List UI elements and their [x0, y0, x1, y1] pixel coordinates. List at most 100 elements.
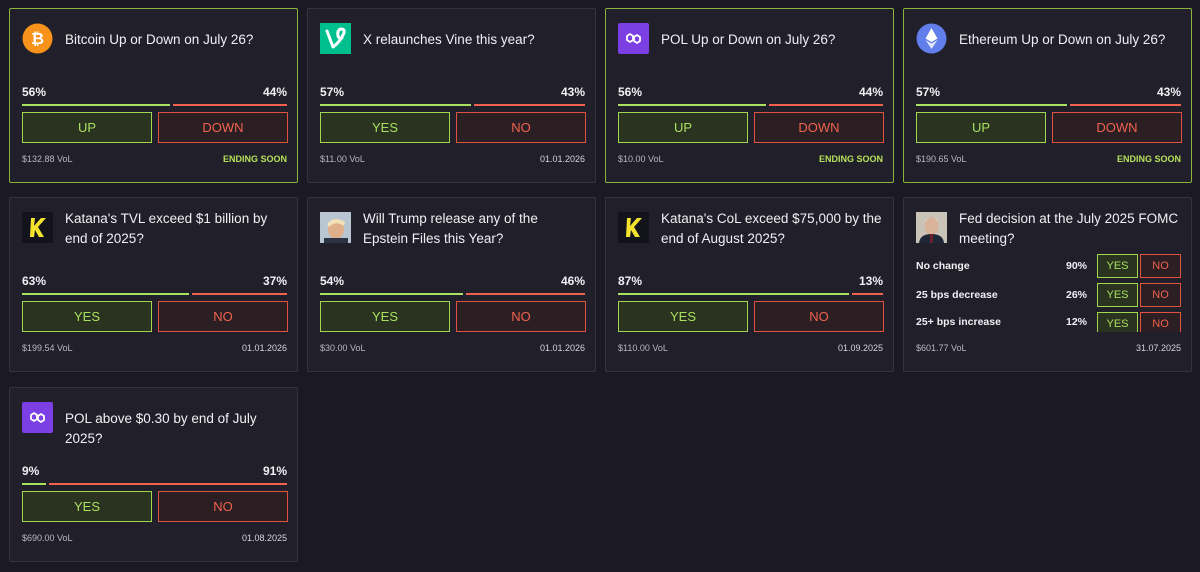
odds-row: 87% 13%	[618, 274, 883, 288]
outcome-label: 25+ bps increase	[916, 316, 1001, 328]
up-button[interactable]: UP	[22, 112, 152, 143]
odds-bar	[916, 104, 1181, 106]
odds-bar	[618, 104, 883, 106]
outcome-no-button[interactable]: NO	[1140, 283, 1181, 307]
odds-bar-no	[466, 293, 585, 295]
volume-label: $132.88 VoL	[22, 154, 73, 164]
card-footer: $110.00 VoL 01.09.2025	[618, 343, 883, 353]
odds-bar-yes	[320, 104, 472, 106]
market-title: Katana's TVL exceed $1 billion by end of…	[65, 211, 268, 246]
market-card-bitcoin[interactable]: ₿ Bitcoin Up or Down on July 26? 56% 44%…	[9, 8, 298, 183]
odds-row: 56% 44%	[618, 85, 883, 99]
no-percent: 13%	[858, 274, 883, 288]
down-button[interactable]: DOWN	[158, 112, 288, 143]
odds-bar-yes	[22, 293, 189, 295]
no-button[interactable]: NO	[754, 301, 884, 332]
polygon-icon	[618, 23, 649, 54]
yes-button[interactable]: YES	[22, 491, 152, 522]
ending-soon-badge: ENDING SOON	[1116, 154, 1181, 164]
outcome-yes-button[interactable]: YES	[1097, 254, 1138, 278]
outcome-percent: 90%	[1065, 260, 1087, 272]
odds-bar-no	[173, 104, 287, 106]
no-button[interactable]: NO	[456, 112, 586, 143]
no-button[interactable]: NO	[158, 301, 288, 332]
market-card-pol-updown[interactable]: POL Up or Down on July 26? 56% 44% UP DO…	[605, 8, 894, 183]
odds-bar	[22, 104, 287, 106]
odds-row: 56% 44%	[22, 85, 287, 99]
no-button[interactable]: NO	[456, 301, 586, 332]
polygon-icon	[22, 402, 53, 433]
odds-bar-yes	[618, 293, 849, 295]
yes-percent: 57%	[320, 85, 345, 99]
market-title: Fed decision at the July 2025 FOMC meeti…	[959, 211, 1179, 246]
end-date: 01.01.2026	[539, 154, 585, 164]
odds-bar-yes	[22, 104, 171, 106]
outcome-yes-button[interactable]: YES	[1097, 283, 1138, 307]
card-footer: $132.88 VoL ENDING SOON	[22, 154, 287, 164]
market-card-pol-above[interactable]: POL above $0.30 by end of July 2025? 9% …	[9, 387, 298, 562]
no-percent: 43%	[560, 85, 585, 99]
odds-bar-no	[191, 293, 287, 295]
outcome-row: 25+ bps increase 12% YES NO	[916, 312, 1181, 332]
volume-label: $11.00 VoL	[320, 154, 365, 164]
yes-button[interactable]: YES	[320, 301, 450, 332]
market-card-vine[interactable]: X relaunches Vine this year? 57% 43% YES…	[307, 8, 596, 183]
katana-icon	[618, 212, 649, 243]
outcome-row: 25 bps decrease 26% YES NO	[916, 283, 1181, 307]
yes-button[interactable]: YES	[320, 112, 450, 143]
market-card-ethereum[interactable]: Ethereum Up or Down on July 26? 57% 43% …	[903, 8, 1192, 183]
card-footer: $601.77 VoL 31.07.2025	[916, 343, 1181, 353]
yes-percent: 56%	[618, 85, 643, 99]
end-date: 01.09.2025	[837, 343, 883, 353]
yes-percent: 87%	[618, 274, 643, 288]
odds-row: 57% 43%	[320, 85, 585, 99]
no-button[interactable]: NO	[158, 491, 288, 522]
outcome-no-button[interactable]: NO	[1140, 312, 1181, 332]
market-title: Ethereum Up or Down on July 26?	[959, 32, 1166, 47]
ending-soon-badge: ENDING SOON	[818, 154, 883, 164]
no-percent: 37%	[262, 274, 287, 288]
market-card-fed-decision[interactable]: Fed decision at the July 2025 FOMC meeti…	[903, 197, 1192, 372]
down-button[interactable]: DOWN	[754, 112, 884, 143]
odds-bar-no	[474, 104, 585, 106]
odds-bar	[22, 483, 287, 485]
volume-label: $30.00 VoL	[320, 343, 366, 353]
odds-row: 63% 37%	[22, 274, 287, 288]
up-button[interactable]: UP	[916, 112, 1046, 143]
market-card-katana-col[interactable]: Katana's CoL exceed $75,000 by the end o…	[605, 197, 894, 372]
market-card-epstein-files[interactable]: Will Trump release any of the Epstein Fi…	[307, 197, 596, 372]
odds-bar	[320, 104, 585, 106]
market-title: X relaunches Vine this year?	[363, 32, 535, 47]
card-footer: $199.54 VoL 01.01.2026	[22, 343, 287, 353]
no-percent: 44%	[858, 85, 883, 99]
yes-button[interactable]: YES	[22, 301, 152, 332]
odds-row: 57% 43%	[916, 85, 1181, 99]
yes-percent: 54%	[320, 274, 345, 288]
end-date: 31.07.2025	[1135, 343, 1181, 353]
yes-button[interactable]: YES	[618, 301, 748, 332]
katana-icon	[22, 212, 53, 243]
card-footer: $30.00 VoL 01.01.2026	[320, 343, 585, 353]
outcome-no-button[interactable]: NO	[1140, 254, 1181, 278]
market-title: POL above $0.30 by end of July 2025?	[65, 411, 257, 446]
volume-label: $199.54 VoL	[22, 343, 73, 353]
card-footer: $190.65 VoL ENDING SOON	[916, 154, 1181, 164]
market-title: Katana's CoL exceed $75,000 by the end o…	[661, 211, 882, 246]
end-date: 01.01.2026	[539, 343, 585, 353]
up-button[interactable]: UP	[618, 112, 748, 143]
down-button[interactable]: DOWN	[1052, 112, 1182, 143]
ethereum-icon	[916, 23, 947, 54]
market-card-katana-tvl[interactable]: Katana's TVL exceed $1 billion by end of…	[9, 197, 298, 372]
odds-row: 54% 46%	[320, 274, 585, 288]
odds-bar-no	[769, 104, 883, 106]
outcome-row: No change 90% YES NO	[916, 254, 1181, 278]
outcome-yes-button[interactable]: YES	[1097, 312, 1138, 332]
market-title: POL Up or Down on July 26?	[661, 32, 836, 47]
outcome-percent: 12%	[1065, 316, 1087, 328]
volume-label: $110.00 VoL	[618, 343, 668, 353]
svg-text:₿: ₿	[31, 29, 44, 48]
market-title: Bitcoin Up or Down on July 26?	[65, 32, 254, 47]
no-percent: 43%	[1156, 85, 1181, 99]
end-date: 01.01.2026	[241, 343, 287, 353]
odds-bar	[618, 293, 883, 295]
